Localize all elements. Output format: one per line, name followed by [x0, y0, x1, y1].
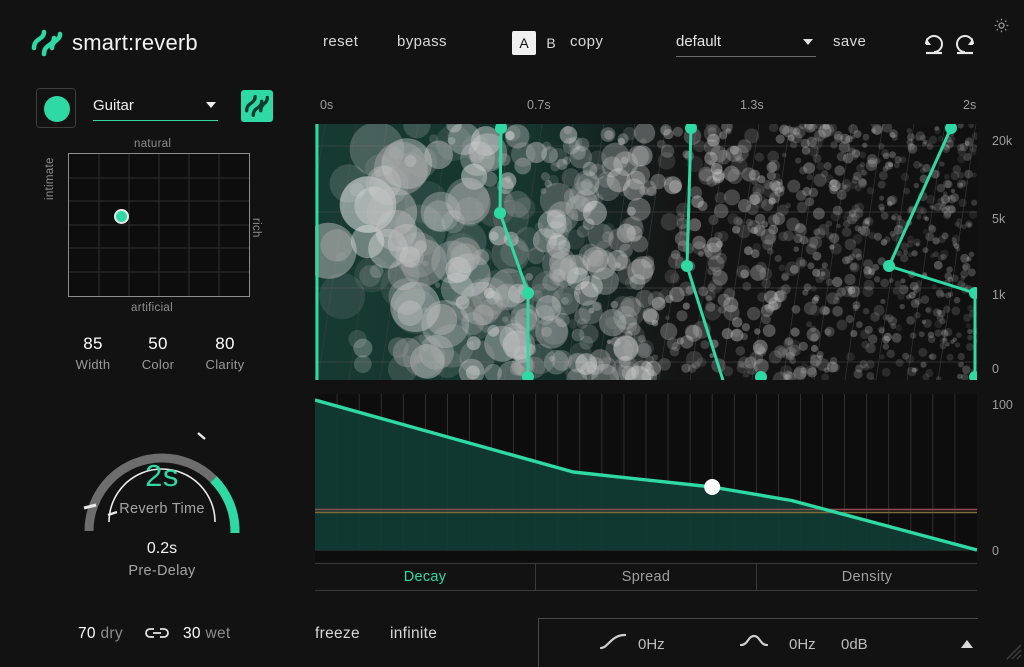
freq-tick-1: 5k: [992, 212, 1006, 226]
dry-label: dry: [100, 625, 123, 642]
bell-gain-value[interactable]: 0dB: [841, 636, 868, 653]
curve-value-axis: 100 0: [984, 394, 1024, 562]
splitter-node-0-2: [522, 287, 534, 299]
triangle-up-icon[interactable]: [961, 640, 973, 648]
splitter-node-2-1: [883, 260, 895, 272]
xy-label-intimate: intimate: [44, 157, 56, 200]
dry-value: 70: [78, 625, 96, 642]
preset-value: default: [676, 33, 722, 50]
bypass-button[interactable]: bypass: [397, 33, 447, 50]
dry-control[interactable]: 70 dry: [78, 625, 123, 643]
splitter-node-1-1: [681, 260, 693, 272]
param-clarity[interactable]: 80 Clarity: [192, 334, 258, 372]
wet-label: wet: [205, 625, 231, 642]
param-width[interactable]: 85 Width: [62, 334, 124, 372]
param-color[interactable]: 50 Color: [127, 334, 189, 372]
curve-tick-1: 0: [992, 544, 999, 558]
wet-value: 30: [183, 625, 201, 642]
preset-dropdown[interactable]: default: [676, 31, 816, 57]
tab-density[interactable]: Density: [757, 564, 977, 590]
highpass-curve-icon[interactable]: [598, 632, 628, 655]
bell-curve-icon[interactable]: [739, 632, 769, 655]
resize-grip-icon[interactable]: [1002, 640, 1022, 665]
param-width-value: 85: [83, 334, 103, 353]
xy-pad[interactable]: [68, 153, 250, 297]
sonible-waves-logo-icon: [245, 94, 269, 118]
green-dot-icon: [44, 96, 70, 122]
freq-tick-2: 1k: [992, 288, 1006, 302]
xy-label-artificial: artificial: [131, 302, 173, 314]
app-title: smart:reverb: [72, 30, 198, 55]
chevron-down-icon: [803, 39, 813, 45]
top-toolbar: smart:reverb reset bypass AB copy defaul…: [0, 0, 1024, 84]
xy-pad-surface[interactable]: [68, 153, 250, 297]
undo-arrow-icon[interactable]: [920, 28, 948, 61]
decay-curve-editor[interactable]: [315, 394, 977, 562]
splitter-node-0-1: [494, 207, 506, 219]
highpass-frequency-value[interactable]: 0Hz: [638, 636, 665, 653]
freeze-button[interactable]: freeze: [315, 625, 360, 643]
instrument-value: Guitar: [93, 97, 134, 114]
param-color-value: 50: [148, 334, 168, 353]
chevron-down-icon: [206, 102, 216, 108]
time-tick-3: 2s: [963, 98, 977, 112]
tab-decay[interactable]: Decay: [315, 564, 536, 590]
sonible-waves-logo-icon: [30, 28, 64, 58]
curve-tab-bar: Decay Spread Density: [315, 563, 977, 591]
param-width-label: Width: [75, 357, 111, 372]
wet-control[interactable]: 30 wet: [183, 625, 230, 643]
profile-indicator-button[interactable]: [36, 88, 76, 128]
filter-panel: 0Hz 0Hz 0dB: [538, 618, 978, 667]
time-tick-2: 1.3s: [740, 98, 764, 112]
reset-button[interactable]: reset: [323, 33, 358, 50]
reverb-time-knob[interactable]: 2s Reverb Time: [62, 398, 262, 583]
reverb-time-value: 2s: [145, 458, 179, 493]
learn-button[interactable]: [241, 90, 273, 122]
reverb-visualizer[interactable]: [315, 124, 977, 380]
save-button[interactable]: save: [833, 33, 866, 50]
reverb-time-label: Reverb Time: [119, 501, 205, 517]
xy-label-rich: rich: [250, 218, 262, 238]
xy-label-natural: natural: [134, 138, 172, 150]
time-axis: 0s 0.7s 1.3s 2s: [315, 98, 1009, 116]
freq-tick-3: 0: [992, 362, 999, 376]
xy-grid: [69, 154, 249, 296]
instrument-dropdown[interactable]: Guitar: [93, 95, 218, 121]
link-chain-icon[interactable]: [145, 626, 169, 645]
ab-slot-a-button[interactable]: A: [512, 31, 536, 55]
param-clarity-label: Clarity: [205, 357, 245, 372]
gear-icon[interactable]: [993, 17, 1010, 39]
redo-arrow-icon[interactable]: [951, 28, 979, 61]
freq-tick-0: 20k: [992, 134, 1013, 148]
copy-button[interactable]: copy: [570, 33, 603, 50]
ab-compare-toggle: AB: [512, 31, 562, 55]
time-tick-1: 0.7s: [527, 98, 551, 112]
curve-tick-0: 100: [992, 398, 1013, 412]
param-color-label: Color: [141, 357, 175, 372]
tab-spread[interactable]: Spread: [536, 564, 757, 590]
bell-frequency-value[interactable]: 0Hz: [789, 636, 816, 653]
plugin-window: smart:reverb reset bypass AB copy defaul…: [0, 0, 1024, 667]
xy-handle[interactable]: [113, 208, 129, 224]
decay-curve-node: [704, 479, 721, 495]
ab-slot-b-button[interactable]: B: [540, 31, 562, 55]
param-clarity-value: 80: [215, 334, 235, 353]
time-tick-0: 0s: [320, 98, 334, 112]
frequency-axis: 20k 5k 1k 0: [984, 124, 1024, 380]
infinite-button[interactable]: infinite: [390, 625, 437, 643]
